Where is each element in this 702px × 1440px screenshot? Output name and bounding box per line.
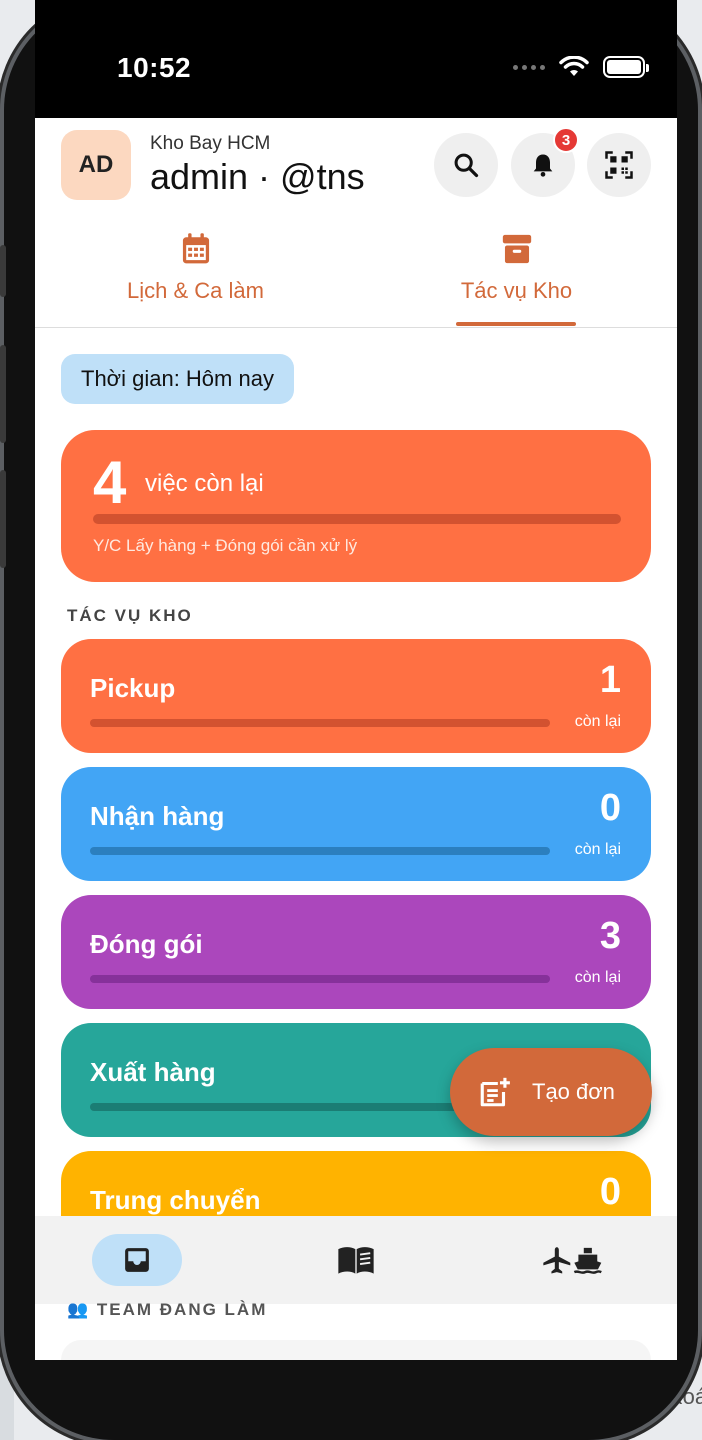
section-title: TÁC VỤ KHO — [67, 606, 193, 625]
side-button — [0, 345, 6, 443]
summary-description: Y/C Lấy hàng + Đóng gói cần xử lý — [93, 536, 358, 555]
summary-progress-bar — [93, 514, 621, 524]
nav-inbox[interactable] — [92, 1234, 182, 1286]
create-order-button[interactable]: Tạo đơn — [450, 1048, 652, 1136]
avatar[interactable]: AD — [61, 130, 131, 200]
notification-button[interactable]: 3 — [511, 127, 579, 197]
book-icon — [338, 1247, 374, 1274]
task-name: Trung chuyển — [90, 1185, 261, 1215]
tab-label: Lịch & Ca làm — [127, 278, 264, 303]
team-card — [61, 1340, 651, 1360]
inbox-icon — [125, 1248, 149, 1272]
task-name: Nhận hàng — [90, 801, 225, 831]
bottom-navigation — [35, 1216, 677, 1304]
qr-code-icon — [605, 151, 633, 179]
tab-bar: Lịch & Ca làm Tác vụ Kho — [35, 226, 677, 328]
status-bar: 10:52 — [35, 0, 677, 118]
task-count: 1 — [599, 659, 621, 701]
nav-book[interactable] — [311, 1234, 401, 1286]
time-filter-chip[interactable]: Thời gian: Hôm nay — [61, 354, 294, 404]
task-name: Pickup — [90, 673, 176, 703]
calendar-icon — [182, 233, 209, 264]
tab-label: Tác vụ Kho — [460, 278, 573, 303]
task-card-packing[interactable]: Đóng gói 3 còn lại — [61, 895, 651, 1009]
task-count: 0 — [599, 1171, 621, 1213]
active-tab-indicator — [456, 322, 576, 326]
task-count-label: còn lại — [574, 969, 621, 986]
app-header: AD Kho Bay HCM admin · @tns 3 — [35, 118, 677, 208]
summary-count: 4 — [93, 449, 127, 516]
task-count: 0 — [599, 787, 621, 829]
task-progress-bar — [90, 847, 550, 855]
summary-label: việc còn lại — [145, 470, 264, 497]
qr-scan-button[interactable] — [587, 133, 651, 197]
nav-transport[interactable] — [528, 1234, 618, 1286]
status-icons — [513, 56, 649, 78]
task-name: Xuất hàng — [90, 1057, 216, 1087]
bell-icon — [533, 154, 553, 177]
task-count-label: còn lại — [574, 713, 621, 730]
warehouse-name: Kho Bay HCM — [150, 133, 271, 154]
archive-box-icon — [502, 234, 531, 264]
battery-icon — [603, 56, 649, 78]
task-count-label: còn lại — [574, 841, 621, 858]
app-content: AD Kho Bay HCM admin · @tns 3 Lịch & Ca … — [35, 118, 677, 1360]
task-progress-bar — [90, 975, 550, 983]
side-button — [0, 245, 6, 297]
create-order-label: Tạo đơn — [532, 1079, 615, 1104]
task-card-receiving[interactable]: Nhận hàng 0 còn lại — [61, 767, 651, 881]
username: admin · @tns — [150, 156, 365, 197]
wifi-icon — [559, 56, 589, 76]
add-note-icon — [480, 1077, 510, 1107]
task-name: Đóng gói — [90, 929, 203, 959]
tab-warehouse-tasks[interactable]: Tác vụ Kho — [356, 226, 677, 328]
task-progress-bar — [90, 719, 550, 727]
plane-ship-icon — [543, 1247, 602, 1274]
task-count: 3 — [599, 915, 621, 957]
screen: 10:52 AD Kho Bay HCM admin · @tns 3 Lịch… — [35, 0, 677, 1360]
team-section-title: 👥 TEAM ĐANG LÀM — [67, 1300, 267, 1320]
side-button — [0, 470, 6, 568]
search-button[interactable] — [434, 133, 498, 197]
team-section-label: TEAM ĐANG LÀM — [96, 1300, 268, 1319]
remaining-tasks-summary[interactable]: 4 việc còn lại Y/C Lấy hàng + Đóng gói c… — [61, 430, 651, 582]
team-icon: 👥 — [67, 1300, 97, 1319]
cellular-signal-icon — [513, 64, 545, 70]
notification-badge: 3 — [553, 127, 579, 153]
status-time: 10:52 — [117, 52, 192, 83]
search-icon — [454, 153, 479, 178]
task-card-pickup[interactable]: Pickup 1 còn lại — [61, 639, 651, 753]
tab-schedule[interactable]: Lịch & Ca làm — [35, 226, 356, 328]
